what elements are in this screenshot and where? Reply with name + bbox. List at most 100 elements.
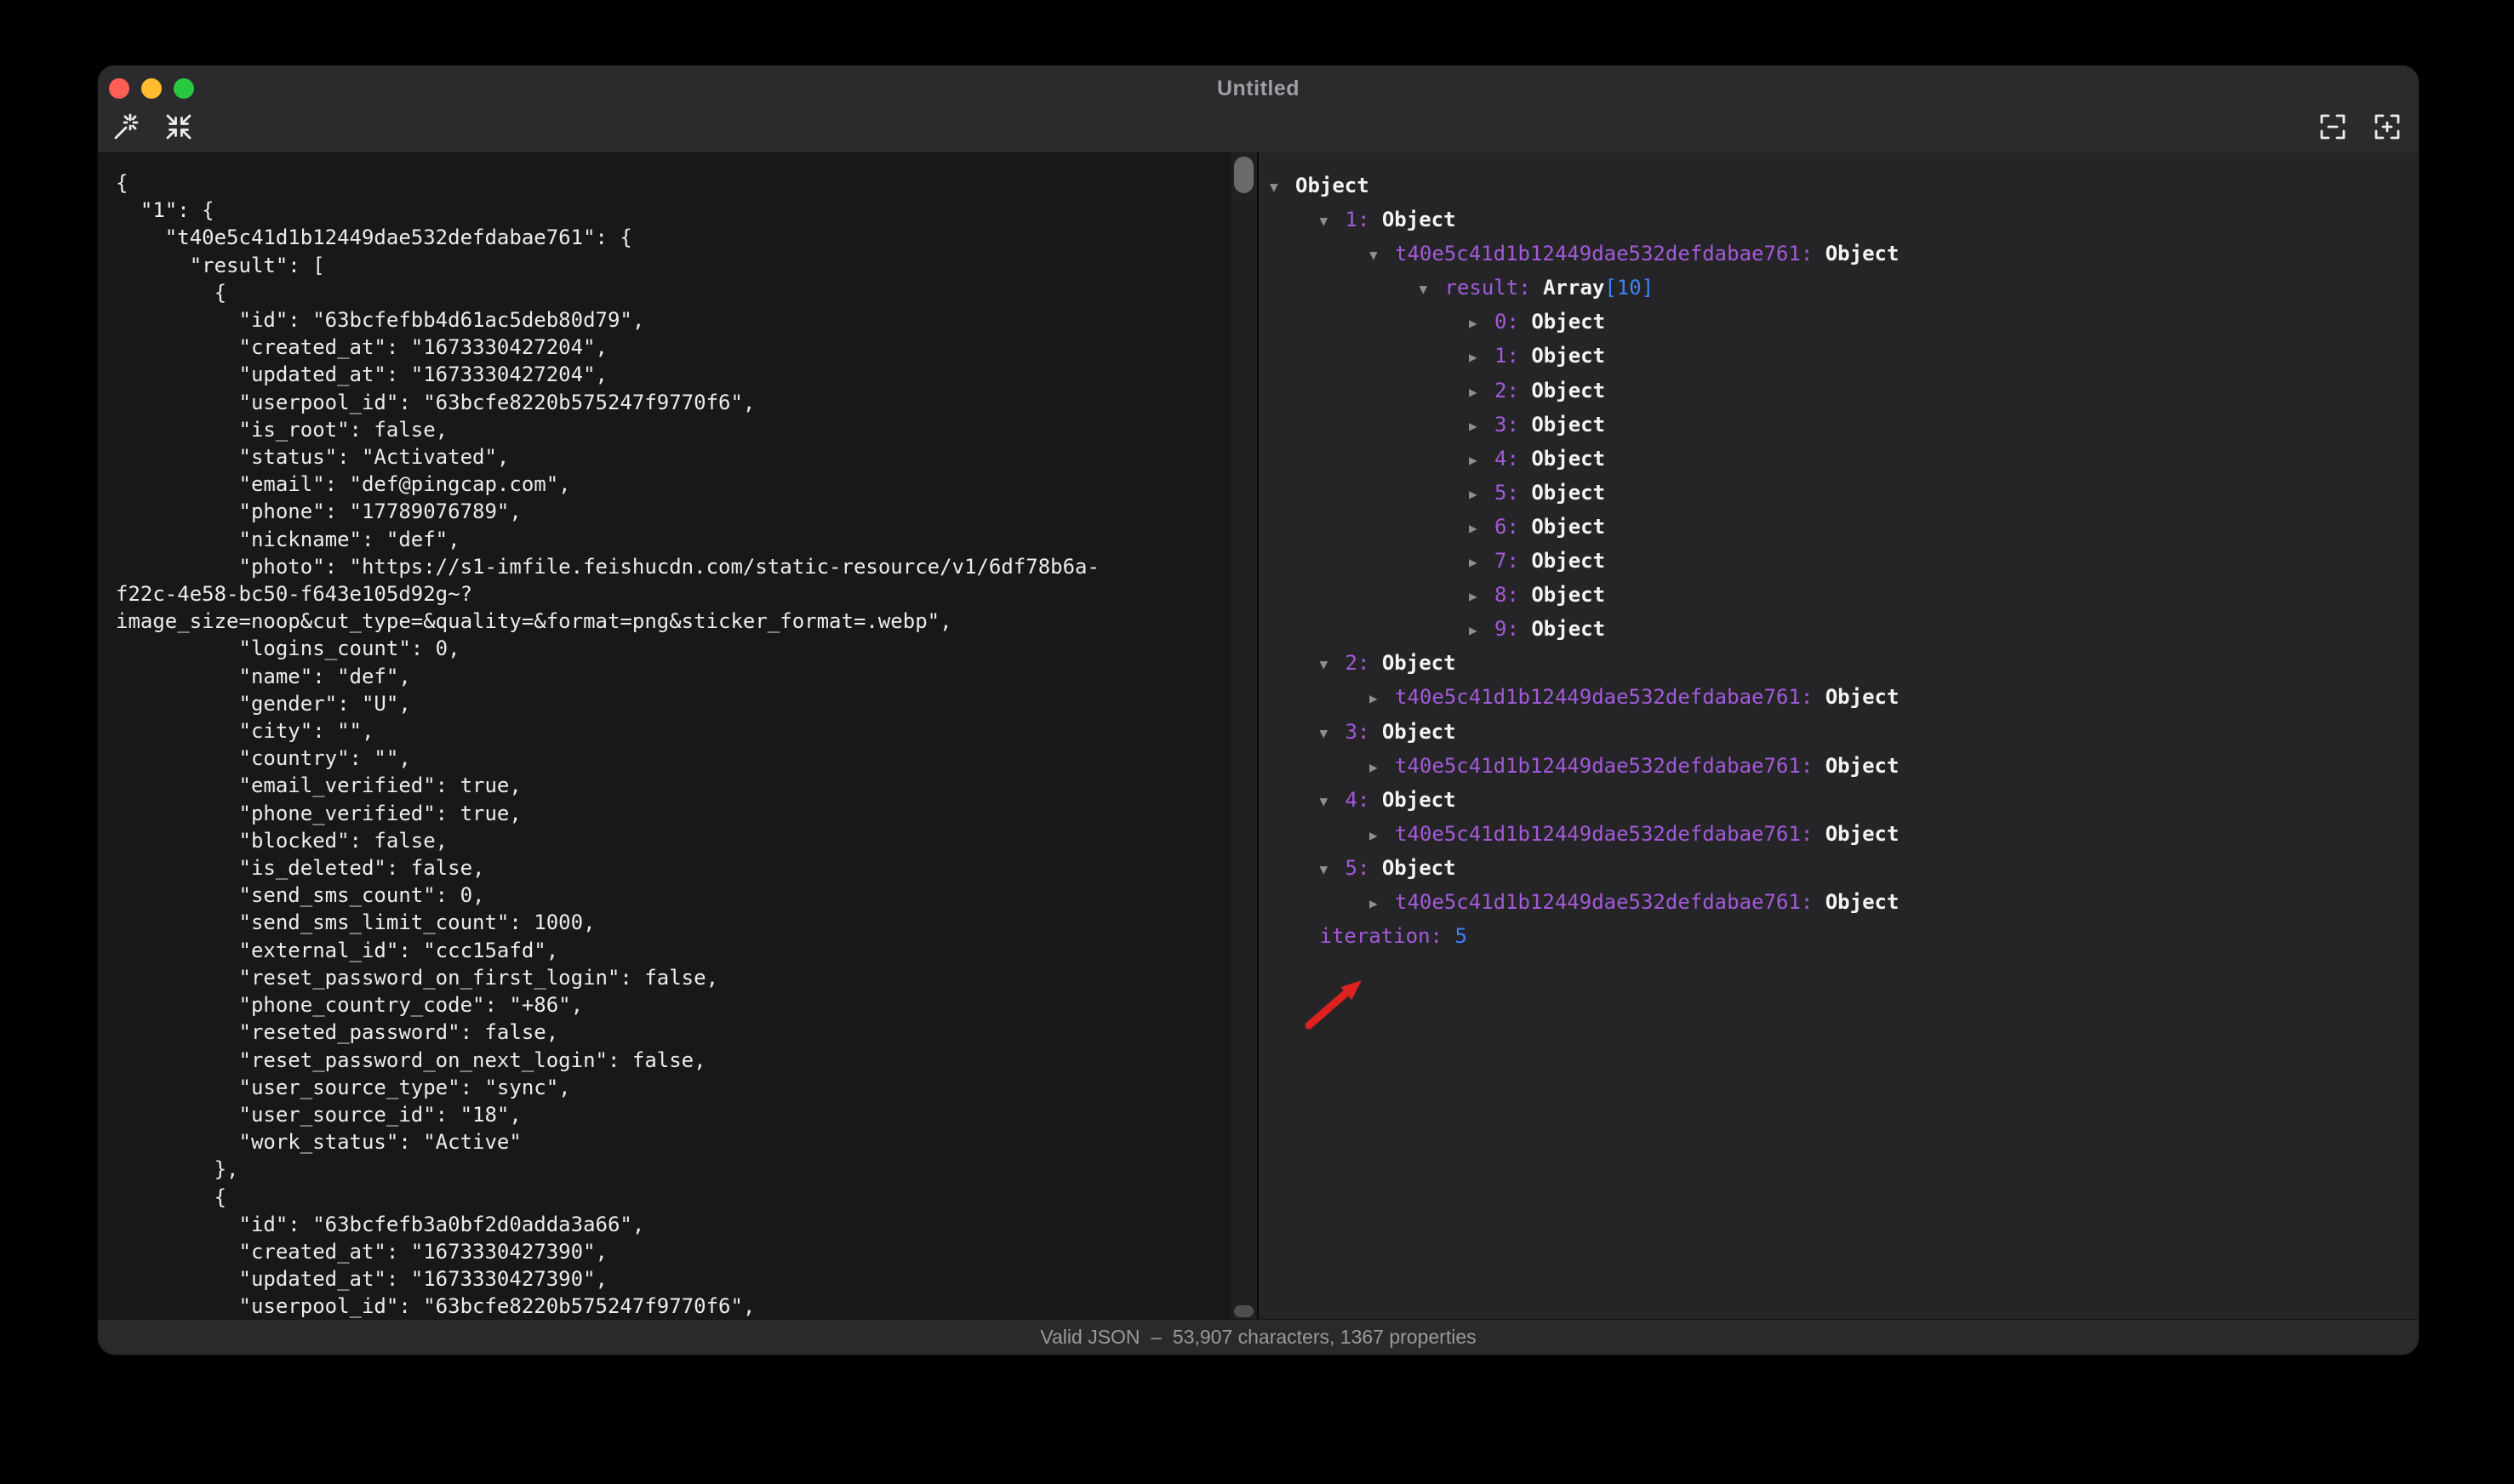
triangle-right-icon[interactable]: ▶: [1469, 579, 1494, 614]
triangle-right-icon[interactable]: ▶: [1469, 340, 1494, 374]
tree-key: iteration:: [1320, 924, 1455, 948]
tree-row[interactable]: ▶t40e5c41d1b12449dae532defdabae761: Obje…: [1259, 885, 2419, 919]
tree-value: 5: [1454, 924, 1466, 948]
expand-all-button[interactable]: [2368, 108, 2406, 146]
tree-row[interactable]: iteration: 5: [1259, 919, 2419, 953]
scrollbar-thumb[interactable]: [1234, 157, 1254, 193]
tree-row[interactable]: ▶t40e5c41d1b12449dae532defdabae761: Obje…: [1259, 817, 2419, 851]
tree-key: t40e5c41d1b12449dae532defdabae761:: [1395, 890, 1826, 914]
tree-value: Object: [1531, 310, 1605, 334]
tree-value: Object: [1826, 822, 1900, 846]
tree-value: Object: [1382, 720, 1456, 744]
triangle-right-icon[interactable]: ▶: [1469, 306, 1494, 340]
tree-row[interactable]: ▼result: Array[10]: [1259, 271, 2419, 305]
tree-row[interactable]: ▼Object: [1259, 168, 2419, 203]
scrollbar-bottom-cap: [1234, 1305, 1254, 1317]
tree-value: Object: [1826, 890, 1900, 914]
triangle-down-icon[interactable]: ▼: [1320, 716, 1346, 751]
tree-row[interactable]: ▶6: Object: [1259, 510, 2419, 544]
tree-key: 8:: [1494, 583, 1531, 607]
triangle-right-icon[interactable]: ▶: [1369, 887, 1395, 921]
tree-value: Object: [1382, 856, 1456, 880]
tree-key: 2:: [1494, 379, 1531, 402]
tree-row[interactable]: ▶t40e5c41d1b12449dae532defdabae761: Obje…: [1259, 749, 2419, 783]
tree-row[interactable]: ▶t40e5c41d1b12449dae532defdabae761: Obje…: [1259, 680, 2419, 714]
triangle-right-icon[interactable]: ▶: [1369, 682, 1395, 716]
tree-key: 4:: [1346, 788, 1382, 812]
triangle-right-icon[interactable]: ▶: [1469, 614, 1494, 648]
tree-key: 2:: [1346, 651, 1382, 675]
title-bar: Untitled: [98, 66, 2419, 152]
triangle-down-icon[interactable]: ▼: [1320, 785, 1346, 819]
window-title: Untitled: [1217, 77, 1300, 101]
tree-value: Object: [1826, 685, 1900, 709]
json-tree[interactable]: ▼Object▼1: Object▼t40e5c41d1b12449dae532…: [1259, 152, 2419, 1319]
tree-row[interactable]: ▶0: Object: [1259, 305, 2419, 339]
tree-row[interactable]: ▼1: Object: [1259, 203, 2419, 237]
json-text-panel[interactable]: { "1": { "t40e5c41d1b12449dae532defdabae…: [98, 152, 1231, 1319]
triangle-right-icon[interactable]: ▶: [1469, 375, 1494, 409]
tree-array-count: [10]: [1604, 276, 1654, 300]
tree-value: Object: [1531, 379, 1605, 402]
triangle-down-icon[interactable]: ▼: [1320, 648, 1346, 682]
compress-icon: [164, 112, 193, 141]
triangle-right-icon[interactable]: ▶: [1469, 511, 1494, 545]
tree-value: Object: [1531, 481, 1605, 505]
triangle-down-icon[interactable]: ▼: [1369, 238, 1395, 272]
tree-row[interactable]: ▶3: Object: [1259, 408, 2419, 442]
tree-row[interactable]: ▶9: Object: [1259, 612, 2419, 646]
tree-value: Object: [1382, 208, 1456, 231]
tree-key: 4:: [1494, 447, 1531, 471]
tree-row[interactable]: ▼2: Object: [1259, 646, 2419, 680]
triangle-down-icon[interactable]: ▼: [1320, 204, 1346, 238]
tree-value: Object: [1531, 344, 1605, 368]
json-source[interactable]: { "1": { "t40e5c41d1b12449dae532defdabae…: [98, 152, 1231, 1319]
tree-row[interactable]: ▼5: Object: [1259, 851, 2419, 885]
triangle-down-icon[interactable]: ▼: [1320, 853, 1346, 887]
tree-key: 1:: [1346, 208, 1382, 231]
app-window: Untitled: [98, 66, 2419, 1355]
status-text: Valid JSON – 53,907 characters, 1367 pro…: [1040, 1326, 1476, 1349]
triangle-right-icon[interactable]: ▶: [1369, 819, 1395, 853]
tree-key: 6:: [1494, 515, 1531, 539]
expand-all-frame-plus-icon: [2372, 111, 2403, 142]
format-wand-button[interactable]: [106, 108, 144, 146]
tree-value: Array: [1543, 276, 1604, 300]
triangle-right-icon[interactable]: ▶: [1369, 751, 1395, 785]
tree-row[interactable]: ▼3: Object: [1259, 715, 2419, 749]
tree-value: Object: [1826, 242, 1900, 265]
triangle-right-icon[interactable]: ▶: [1469, 409, 1494, 443]
tree-row[interactable]: ▶8: Object: [1259, 578, 2419, 612]
collapse-all-button[interactable]: [2314, 108, 2351, 146]
tree-row[interactable]: ▼t40e5c41d1b12449dae532defdabae761: Obje…: [1259, 237, 2419, 271]
editor-scrollbar[interactable]: [1231, 152, 1257, 1319]
format-wand-icon: [111, 112, 140, 141]
tree-row[interactable]: ▶1: Object: [1259, 339, 2419, 373]
content-area: { "1": { "t40e5c41d1b12449dae532defdabae…: [98, 152, 2419, 1319]
tree-row[interactable]: ▶7: Object: [1259, 544, 2419, 578]
tree-row[interactable]: ▼4: Object: [1259, 783, 2419, 817]
tree-value: Object: [1531, 583, 1605, 607]
triangle-right-icon[interactable]: ▶: [1469, 477, 1494, 511]
tree-key: 0:: [1494, 310, 1531, 334]
triangle-right-icon[interactable]: ▶: [1469, 443, 1494, 477]
tree-key: 5:: [1346, 856, 1382, 880]
tree-key: 5:: [1494, 481, 1531, 505]
tree-row[interactable]: ▶2: Object: [1259, 374, 2419, 408]
tree-key: 3:: [1346, 720, 1382, 744]
tree-row[interactable]: ▶5: Object: [1259, 476, 2419, 510]
tree-value: Object: [1531, 447, 1605, 471]
tree-key: result:: [1445, 276, 1544, 300]
tree-key: 9:: [1494, 617, 1531, 641]
compress-button[interactable]: [160, 108, 197, 146]
triangle-down-icon[interactable]: ▼: [1270, 170, 1295, 204]
collapse-all-frame-minus-icon: [2317, 111, 2348, 142]
tree-row[interactable]: ▶4: Object: [1259, 442, 2419, 476]
tree-value: Object: [1382, 788, 1456, 812]
triangle-right-icon[interactable]: ▶: [1469, 545, 1494, 579]
tree-value: Object: [1382, 651, 1456, 675]
tree-value: Object: [1531, 515, 1605, 539]
tree-value: Object: [1531, 413, 1605, 437]
tree-value: Object: [1531, 617, 1605, 641]
triangle-down-icon[interactable]: ▼: [1420, 272, 1445, 306]
